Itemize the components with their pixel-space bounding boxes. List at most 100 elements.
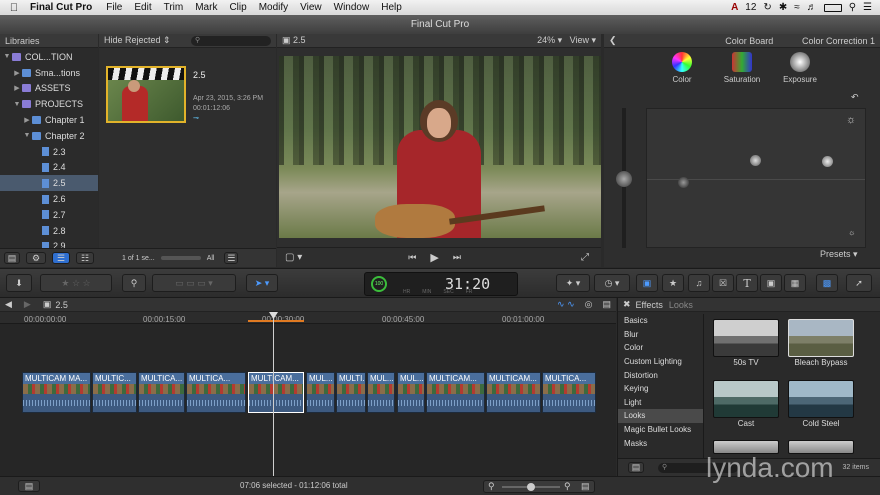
import-button[interactable]: ⬇ xyxy=(6,274,32,292)
viewer-frame[interactable] xyxy=(279,56,601,238)
effects-category-custom-lighting[interactable]: Custom Lighting xyxy=(618,355,703,369)
library-item-sma-tions[interactable]: ▶ Sma...tions xyxy=(0,65,98,81)
timeline-index-button[interactable]: ▤ xyxy=(18,480,40,492)
exposure-tab[interactable]: Exposure xyxy=(780,52,820,84)
library-item-2-7[interactable]: 2.7 xyxy=(0,207,98,223)
menu-view[interactable]: View xyxy=(294,2,328,13)
disclosure-triangle-icon[interactable]: ▼ xyxy=(22,132,32,139)
share-button[interactable]: ➚ xyxy=(846,274,872,292)
effects-category-looks[interactable]: Looks xyxy=(618,409,703,423)
library-item-2-6[interactable]: 2.6 xyxy=(0,191,98,207)
timeline-clip[interactable]: MULTI... xyxy=(336,372,366,413)
menu-clip[interactable]: Clip xyxy=(223,2,252,13)
timeline-clip[interactable]: MULTICAM... xyxy=(486,372,541,413)
library-item-assets[interactable]: ▶ ASSETS xyxy=(0,81,98,97)
effects-category-blur[interactable]: Blur xyxy=(618,328,703,342)
zoom-in-icon[interactable]: ⚲ xyxy=(564,481,571,492)
notification-center-icon[interactable]: ☰ xyxy=(863,2,872,13)
library-item-2-8[interactable]: 2.8 xyxy=(0,223,98,239)
shadows-puck[interactable] xyxy=(750,155,761,166)
wifi-icon[interactable]: ≈ xyxy=(794,2,800,13)
retime-button[interactable]: ◷ ▾ xyxy=(594,274,630,292)
menu-trim[interactable]: Trim xyxy=(158,2,190,13)
library-item-col-tion[interactable]: ▼ COL...TION xyxy=(0,49,98,65)
effects-category-color[interactable]: Color xyxy=(618,341,703,355)
global-puck[interactable] xyxy=(678,177,689,188)
inspector-toggle-button[interactable]: ▣ xyxy=(636,274,658,292)
ratings-button[interactable]: ★ ☆ ☆ xyxy=(40,274,112,292)
zoom-out-icon[interactable]: ⚲ xyxy=(488,481,495,492)
playhead[interactable] xyxy=(273,312,274,476)
timeline-forward-icon[interactable]: ▶ xyxy=(24,299,31,310)
battery-icon[interactable] xyxy=(823,3,842,12)
look-thumb-50s-tv[interactable] xyxy=(713,319,779,357)
menu-modify[interactable]: Modify xyxy=(253,2,294,13)
themes-button[interactable]: ▦ xyxy=(784,274,806,292)
reset-icon[interactable]: ↶ xyxy=(851,92,859,103)
effects-browser-button[interactable]: ▩ xyxy=(816,274,838,292)
library-item-2-4[interactable]: 2.4 xyxy=(0,160,98,176)
timeline-clip[interactable]: MUL... xyxy=(397,372,425,413)
disclosure-triangle-icon[interactable]: ▶ xyxy=(12,84,22,92)
audio-skimming-icon[interactable]: ∿ ∿ xyxy=(557,299,575,310)
filmstrip-view-button[interactable]: ☰ xyxy=(52,252,70,264)
photos-button[interactable]: ★ xyxy=(662,274,684,292)
effects-category-masks[interactable]: Masks xyxy=(618,436,703,450)
zoom-slider-knob[interactable] xyxy=(527,483,535,491)
correction-popup[interactable]: Color Correction 1 xyxy=(802,36,875,46)
adobe-icon[interactable]: A xyxy=(731,2,738,13)
library-item-chapter-2[interactable]: ▼ Chapter 2 xyxy=(0,128,98,144)
bluetooth-icon[interactable]: ✱ xyxy=(779,2,787,13)
clip-appearance-button[interactable]: ⚙ xyxy=(26,252,46,264)
viewer-zoom[interactable]: 24% xyxy=(537,35,555,45)
exposure-slider-handle[interactable] xyxy=(616,171,632,187)
apple-menu-icon[interactable]:  xyxy=(0,2,28,14)
edit-buttons[interactable]: ▭ ▭ ▭ ▾ xyxy=(152,274,236,292)
timeline-clip[interactable]: MULTIC... xyxy=(92,372,137,413)
timeline-clip[interactable]: MUL... xyxy=(367,372,395,413)
volume-icon[interactable]: ♬ xyxy=(807,2,817,13)
zoom-slider[interactable] xyxy=(160,256,201,260)
presets-button[interactable]: Presets ▾ xyxy=(820,249,858,260)
menu-file[interactable]: File xyxy=(100,2,128,13)
app-menu[interactable]: Final Cut Pro xyxy=(28,2,100,13)
saturation-tab[interactable]: Saturation xyxy=(722,52,762,84)
library-item-2-5[interactable]: 2.5 xyxy=(0,175,98,192)
close-effects-icon[interactable]: ✖ xyxy=(623,299,631,310)
viewer-display-options-icon[interactable]: ▢ ▾ xyxy=(285,252,302,263)
effects-category-basics[interactable]: Basics xyxy=(618,314,703,328)
next-edit-button[interactable]: ⏭ xyxy=(453,252,461,263)
browser-search-field[interactable]: ⚲ xyxy=(191,35,271,46)
look-thumb-cold-steel[interactable] xyxy=(788,380,854,418)
menu-mark[interactable]: Mark xyxy=(189,2,223,13)
timeline-zoom-control[interactable]: ⚲ ⚲ ▤ xyxy=(483,480,595,493)
view-menu[interactable]: View xyxy=(570,35,589,45)
previous-edit-button[interactable]: ⏮ xyxy=(408,252,416,263)
disclosure-triangle-icon[interactable]: ▼ xyxy=(12,101,22,108)
appearance-icon[interactable]: ▤ xyxy=(581,481,590,492)
library-item-chapter-1[interactable]: ▶ Chapter 1 xyxy=(0,112,98,128)
timeline-clip[interactable]: MULTICAM MA... xyxy=(22,372,91,413)
clip-thumbnail[interactable] xyxy=(106,66,186,123)
library-item-projects[interactable]: ▼ PROJECTS xyxy=(0,96,98,112)
filter-popup[interactable]: Hide Rejected ⇕ xyxy=(104,35,171,46)
effects-category-keying[interactable]: Keying xyxy=(618,382,703,396)
menu-edit[interactable]: Edit xyxy=(128,2,157,13)
tool-select-button[interactable]: ➤ ▾ xyxy=(246,274,278,292)
effects-category-magic-bullet-looks[interactable]: Magic Bullet Looks xyxy=(618,423,703,437)
effects-category-light[interactable]: Light xyxy=(618,396,703,410)
disclosure-triangle-icon[interactable]: ▼ xyxy=(2,53,12,60)
disclosure-triangle-icon[interactable]: ▶ xyxy=(12,69,22,77)
timeline-clip[interactable]: MULTICA... xyxy=(138,372,185,413)
midtones-puck[interactable] xyxy=(822,156,833,167)
effects-category-distortion[interactable]: Distortion xyxy=(618,368,703,382)
effects-sidebar-toggle[interactable]: ▤ xyxy=(628,462,644,473)
list-view-button[interactable]: ☷ xyxy=(76,252,94,264)
generators-button[interactable]: ▣ xyxy=(760,274,782,292)
timeline-clip[interactable]: MULTICA... xyxy=(542,372,596,413)
transitions-button[interactable]: ☒ xyxy=(712,274,734,292)
music-button[interactable]: ♫ xyxy=(688,274,710,292)
fullscreen-button[interactable]: ⤢ xyxy=(581,252,589,263)
library-item-2-3[interactable]: 2.3 xyxy=(0,144,98,160)
back-button[interactable]: ❮ xyxy=(609,35,617,46)
